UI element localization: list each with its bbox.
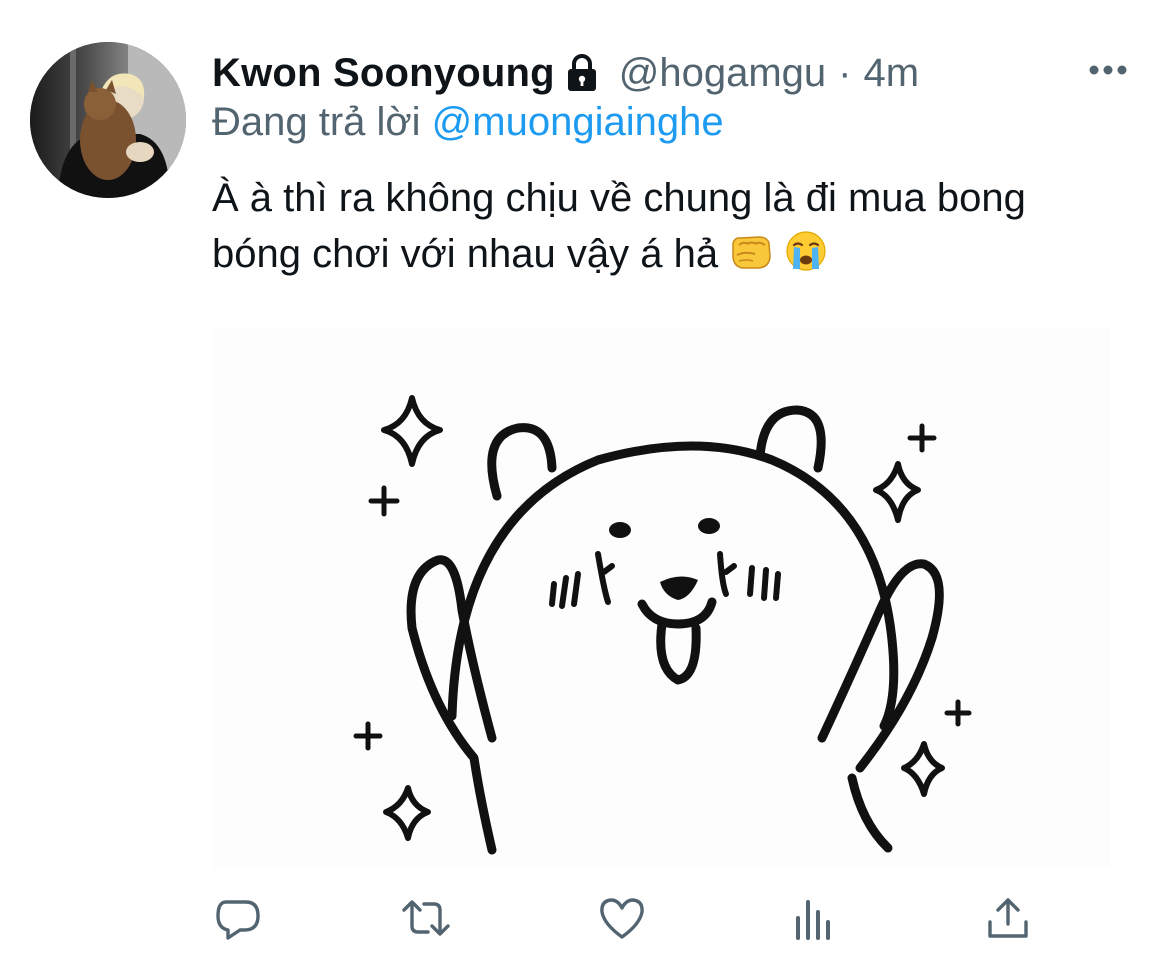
separator-dot: · (838, 50, 852, 95)
avatar-photo (30, 42, 186, 198)
replying-to-label: Đang trả lời (212, 100, 432, 144)
share-icon[interactable] (982, 892, 1034, 944)
tweet-media-image[interactable] (212, 328, 1110, 868)
avatar[interactable] (30, 42, 186, 198)
cheering-bear-illustration (212, 328, 1110, 868)
lock-icon (563, 53, 601, 93)
tweet-body: À à thì ra không chịu về chung là đi mua… (212, 176, 1026, 276)
reply-mention-link[interactable]: @muongiainghe (432, 100, 724, 144)
display-name[interactable]: Kwon Soonyoung (212, 51, 555, 96)
reply-icon[interactable] (212, 892, 264, 944)
fist-bump-emoji (729, 229, 773, 273)
retweet-icon[interactable] (400, 892, 452, 944)
tweet-header: Kwon Soonyoung @hogamgu · 4m (212, 48, 919, 98)
analytics-icon[interactable] (788, 892, 840, 944)
timestamp[interactable]: 4m (863, 51, 919, 96)
replying-to: Đang trả lời @muongiainghe (212, 100, 724, 145)
tweet: Kwon Soonyoung @hogamgu · 4m Đang trả lờ… (0, 0, 1170, 967)
heart-icon[interactable] (596, 892, 648, 944)
more-options-icon[interactable] (1088, 62, 1128, 78)
loudly-crying-face-emoji (784, 229, 828, 273)
tweet-action-bar (212, 892, 1042, 952)
tweet-text: À à thì ra không chịu về chung là đi mua… (212, 170, 1112, 282)
user-handle[interactable]: @hogamgu (619, 51, 826, 96)
